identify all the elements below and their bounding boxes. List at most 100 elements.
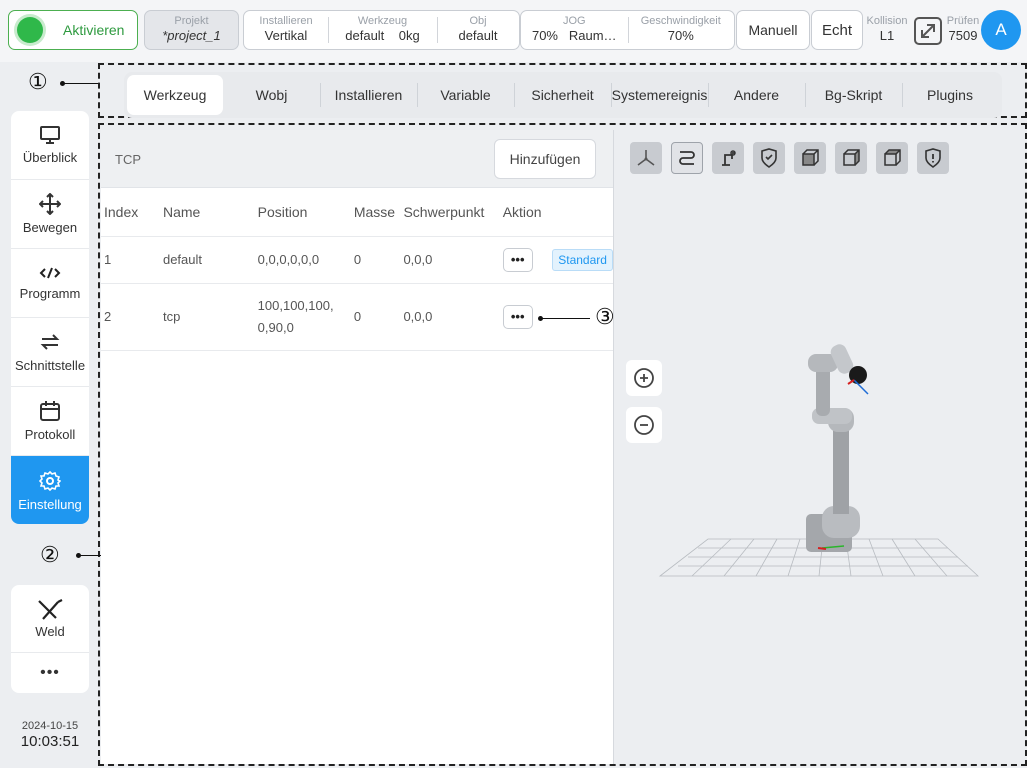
cell-name: tcp	[162, 283, 258, 351]
column-header-action: Aktion	[502, 188, 553, 237]
row-menu-button[interactable]: •••	[502, 247, 533, 272]
robot-3d-view[interactable]	[618, 134, 1020, 762]
jog-mode: Raum…	[568, 28, 617, 43]
tab-bg-script[interactable]: Bg-Skript	[805, 75, 902, 115]
checksum-caption: Prüfen	[946, 15, 980, 27]
gear-icon	[39, 470, 61, 491]
jog-value: 70% Raum…	[521, 28, 628, 44]
jog-caption: JOG	[562, 15, 586, 27]
axes-icon[interactable]	[630, 142, 662, 174]
sidebar-item-log[interactable]: Protokoll	[11, 387, 89, 456]
speed-value: 70%	[667, 28, 694, 43]
sidebar-item-label: Programm	[19, 286, 81, 301]
path-icon[interactable]	[671, 142, 703, 174]
install-tool-obj-group[interactable]: Installieren Vertikal Werkzeug default 0…	[243, 10, 520, 50]
expand-icon[interactable]	[913, 16, 943, 46]
sidebar-item-label: Schnittstelle	[14, 358, 86, 373]
table-row[interactable]: 2 tcp 100,100,100, 0,90,0 0 0,0,0 •••	[101, 283, 613, 351]
cell-action: •••	[502, 236, 553, 284]
status-dot-icon	[17, 17, 43, 43]
date-display: 2024-10-15	[21, 720, 79, 732]
tab-safety[interactable]: Sicherheit	[514, 75, 611, 115]
move-icon	[39, 193, 61, 215]
install-value: Vertikal	[264, 28, 308, 43]
zoom-out-icon[interactable]	[626, 407, 662, 443]
real-mode-button[interactable]: Echt	[811, 10, 863, 50]
install-cell[interactable]: Installieren Vertikal	[244, 11, 328, 49]
tab-variable[interactable]: Variable	[417, 75, 514, 115]
jog-percent: 70%	[531, 28, 558, 43]
cell-position: 100,100,100, 0,90,0	[257, 283, 354, 351]
column-header-name: Name	[162, 188, 258, 237]
sidebar-item-settings[interactable]: Einstellung	[11, 456, 89, 524]
cell-badge: Standard	[552, 236, 613, 284]
tcp-table: Index Name Position Masse Schwerpunkt Ak…	[101, 188, 613, 351]
tab-tool[interactable]: Werkzeug	[127, 75, 223, 115]
sidebar-item-label: Überblick	[22, 150, 78, 165]
robot-arm	[806, 344, 869, 552]
cell-cog: 0,0,0	[403, 236, 503, 284]
sidebar-item-label: Einstellung	[18, 496, 82, 512]
tab-install[interactable]: Installieren	[320, 75, 417, 115]
cell-cog: 0,0,0	[403, 283, 503, 351]
install-caption: Installieren	[259, 15, 313, 27]
jog-speed-group[interactable]: JOG 70% Raum… Geschwindigkeit 70%	[520, 10, 735, 50]
robot-scene	[658, 344, 980, 577]
cube-front-icon[interactable]	[794, 142, 826, 174]
position-line-2: 0,90,0	[257, 319, 294, 335]
obj-value: default	[458, 28, 498, 43]
panel-divider	[613, 130, 614, 764]
column-header-mass: Masse	[353, 188, 404, 237]
tab-other[interactable]: Andere	[708, 75, 805, 115]
tool-cell[interactable]: Werkzeug default 0kg	[328, 11, 437, 49]
tab-system-event[interactable]: Systemereignis	[611, 75, 708, 115]
checksum: Prüfen 7509	[945, 15, 981, 44]
project-caption: Projekt	[174, 15, 209, 27]
tool-caption: Werkzeug	[357, 15, 408, 27]
annotation-marker-2: ②	[40, 542, 60, 567]
column-header-cog: Schwerpunkt	[403, 188, 503, 237]
settings-tab-bar: Werkzeug Wobj Installieren Variable Sich…	[124, 72, 1002, 118]
shield-alert-icon[interactable]	[917, 142, 949, 174]
tcp-panel: TCP Hinzufügen Index Name Position Masse…	[101, 130, 613, 764]
sidebar-item-program[interactable]: Programm	[11, 249, 89, 318]
sidebar-item-weld[interactable]: Weld	[11, 585, 89, 653]
calendar-icon	[40, 401, 60, 421]
row-menu-button[interactable]: •••	[502, 304, 533, 329]
tab-wobj[interactable]: Wobj	[223, 75, 320, 115]
collision-level[interactable]: Kollision L1	[865, 15, 909, 44]
cube-side-icon[interactable]	[835, 142, 867, 174]
swap-icon	[40, 334, 60, 350]
zoom-in-icon[interactable]	[626, 360, 662, 396]
sidebar-item-label: Bewegen	[22, 220, 78, 235]
cell-index: 1	[101, 236, 163, 284]
weld-torch-icon	[38, 599, 63, 620]
manual-mode-button[interactable]: Manuell	[736, 10, 810, 50]
obj-cell[interactable]: Obj default	[437, 11, 519, 49]
speed-caption: Geschwindigkeit	[640, 15, 721, 27]
annotation-dot-3	[538, 316, 543, 321]
shield-check-icon[interactable]	[753, 142, 785, 174]
column-header-position: Position	[257, 188, 354, 237]
robot-arm-icon[interactable]	[712, 142, 744, 174]
sidebar-item-overview[interactable]: Überblick	[11, 111, 89, 180]
jog-cell[interactable]: JOG 70% Raum…	[521, 11, 628, 49]
tab-plugins[interactable]: Plugins	[902, 75, 998, 115]
user-avatar[interactable]: A	[981, 10, 1021, 50]
tcp-panel-title: TCP	[115, 152, 141, 167]
sidebar-item-move[interactable]: Bewegen	[11, 180, 89, 249]
more-button[interactable]: •••	[11, 653, 89, 693]
cube-top-icon[interactable]	[876, 142, 908, 174]
cell-position: 0,0,0,0,0,0	[257, 236, 354, 284]
annotation-marker-1: ①	[28, 69, 48, 94]
project-selector[interactable]: Projekt *project_1	[144, 10, 239, 50]
activate-button[interactable]: Aktivieren	[8, 10, 138, 50]
annotation-line-3	[540, 318, 590, 319]
add-tcp-button[interactable]: Hinzufügen	[494, 139, 596, 179]
table-row[interactable]: 1 default 0,0,0,0,0,0 0 0,0,0 ••• Standa…	[101, 236, 613, 284]
speed-cell[interactable]: Geschwindigkeit 70%	[627, 11, 735, 49]
sidebar-item-interface[interactable]: Schnittstelle	[11, 318, 89, 387]
main-sidebar: Überblick Bewegen Programm Schnittstelle…	[11, 111, 89, 524]
cell-action: •••	[502, 283, 553, 351]
code-icon	[39, 267, 61, 279]
